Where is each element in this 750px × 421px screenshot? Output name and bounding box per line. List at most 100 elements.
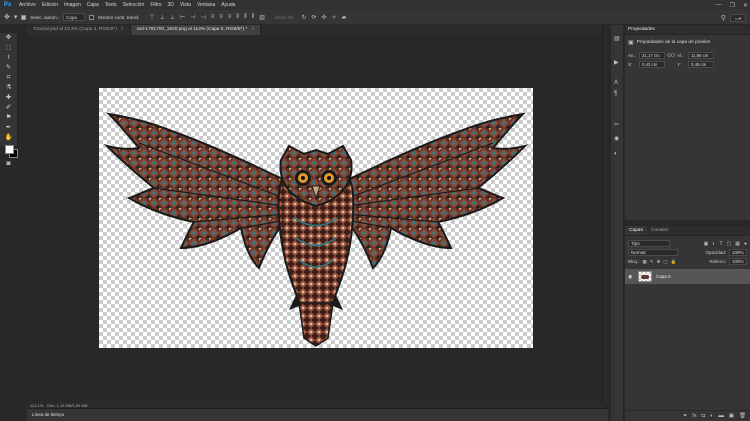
document-canvas[interactable] (99, 88, 533, 348)
align-right-icon[interactable]: ⊣ (201, 14, 206, 21)
menu-imagen[interactable]: Imagen (61, 0, 84, 10)
filter-smart-icon[interactable]: ▦ (735, 241, 740, 247)
move-tool-icon[interactable]: ✥ (4, 13, 10, 21)
lock-transparent-icon[interactable]: ▦ (643, 259, 647, 265)
lock-position-icon[interactable]: ✥ (657, 259, 661, 265)
menu-3d[interactable]: 3D (165, 0, 177, 10)
move-tool-icon[interactable]: ✥ (0, 33, 17, 43)
distribute-vcenter-icon[interactable]: ≡ (219, 14, 223, 21)
tab-tutorial[interactable]: Tutorial.psd al 18,3% (Capa 3, RGB/8*) × (27, 25, 131, 35)
distribute-top-icon[interactable]: ≡ (211, 14, 215, 21)
width-field[interactable]: 21,17 cm (639, 52, 665, 59)
layer-filter-select[interactable]: Tipo (628, 240, 670, 247)
align-top-icon[interactable]: ⊤ (149, 14, 154, 21)
quick-mask-icon[interactable]: ◙ (0, 159, 17, 169)
menu-filtro[interactable]: Filtro (147, 0, 164, 10)
fill-field[interactable]: 100% (729, 258, 747, 265)
filter-adjust-icon[interactable]: ◐ (712, 241, 715, 247)
auto-select-dropdown[interactable]: Capa (63, 13, 86, 21)
eye-icon[interactable]: ◉ (628, 274, 634, 280)
3d-rotate-icon[interactable]: ↻ (301, 14, 306, 21)
menu-texto[interactable]: Texto (102, 0, 120, 10)
tab-capas[interactable]: Capas (625, 226, 647, 235)
distribute-hcenter-icon[interactable]: ⦀ (244, 14, 247, 21)
layer-name[interactable]: Capa 0 (656, 274, 671, 279)
distribute-left-icon[interactable]: ⦀ (236, 14, 239, 21)
swatches-icon[interactable]: ◉ (614, 135, 619, 142)
lock-artboard-icon[interactable]: ▢ (663, 259, 667, 265)
lock-all-icon[interactable]: 🔒 (671, 259, 677, 265)
align-left-icon[interactable]: ⊢ (180, 14, 185, 21)
menu-ventana[interactable]: Ventana (194, 0, 218, 10)
opacity-field[interactable]: 100% (729, 249, 747, 256)
tab-canales[interactable]: Canales (647, 226, 673, 235)
menu-edicion[interactable]: Edición (39, 0, 61, 10)
align-vcenter-icon[interactable]: ⊥ (160, 14, 165, 21)
distribute-bottom-icon[interactable]: ≡ (228, 14, 232, 21)
height-field[interactable]: 11,96 cm (688, 52, 714, 59)
maximize-button[interactable]: ❐ (730, 2, 735, 9)
lock-pixels-icon[interactable]: ✎ (650, 259, 654, 265)
3d-scale-icon[interactable]: ▰ (342, 14, 347, 21)
zoom-level[interactable]: 113,1% (30, 403, 43, 408)
3d-slide-icon[interactable]: ✧ (332, 14, 337, 21)
pen-tool-icon[interactable]: ✒ (0, 123, 17, 133)
menu-vista[interactable]: Vista (177, 0, 194, 10)
close-icon[interactable]: × (121, 27, 124, 32)
filter-toggle-icon[interactable]: ● (744, 241, 747, 247)
eyedropper-tool-icon[interactable]: ⚗ (0, 83, 17, 93)
delete-layer-icon[interactable]: 🗑 (739, 413, 746, 419)
styles-icon[interactable]: ◐ (614, 151, 618, 157)
menu-seleccion[interactable]: Selección (120, 0, 148, 10)
clone-stamp-tool-icon[interactable]: ⚑ (0, 113, 17, 123)
foreground-color-swatch[interactable] (5, 145, 14, 154)
3d-pan-icon[interactable]: ✣ (322, 14, 327, 21)
x-field[interactable]: 0,42 cm (639, 61, 665, 68)
tab-owl[interactable]: owl-1791700_1920.png al 113% (Capa 0, RG… (130, 25, 262, 35)
hand-tool-icon[interactable]: ✋ (0, 133, 17, 143)
3d-roll-icon[interactable]: ⟳ (312, 14, 317, 21)
menu-archivo[interactable]: Archivo (16, 0, 39, 10)
character-icon[interactable]: A (614, 80, 618, 86)
canvas-area[interactable] (27, 35, 602, 405)
align-hcenter-icon[interactable]: ⊣ (190, 14, 195, 21)
actions-icon[interactable]: ▶ (614, 59, 619, 66)
minimize-button[interactable]: — (716, 2, 722, 8)
menu-ayuda[interactable]: Ayuda (218, 0, 238, 10)
blend-mode-select[interactable]: Normal (628, 249, 678, 256)
marquee-tool-icon[interactable]: ⬚ (0, 43, 17, 53)
brush-tool-icon[interactable]: ✐ (0, 103, 17, 113)
layer-row[interactable]: ◉ Capa 0 (625, 269, 750, 284)
y-field[interactable]: 0,48 cm (688, 61, 714, 68)
distribute-right-icon[interactable]: ⦀ (252, 14, 255, 21)
history-icon[interactable]: ▤ (614, 35, 620, 42)
lasso-tool-icon[interactable]: ℓ (0, 53, 17, 63)
menu-capa[interactable]: Capa (84, 0, 102, 10)
add-mask-icon[interactable]: ◘ (702, 413, 705, 419)
filter-type-icon[interactable]: T (719, 241, 722, 247)
auto-align-icon[interactable]: ▥ (259, 14, 265, 21)
healing-brush-tool-icon[interactable]: ✚ (0, 93, 17, 103)
link-icon[interactable]: GO (667, 53, 675, 59)
crop-tool-icon[interactable]: ⌗ (0, 73, 17, 83)
search-icon[interactable]: ⚲ (721, 14, 726, 22)
auto-select-checkbox[interactable] (21, 14, 27, 20)
adjustment-layer-icon[interactable]: ◐ (710, 413, 713, 419)
tools-preset-icon[interactable]: ✂ (614, 121, 619, 128)
workspace-switcher[interactable]: ▭▾ (730, 13, 746, 22)
close-window-button[interactable]: ✕ (743, 2, 748, 9)
timeline-title[interactable]: Línea de tiempo (32, 412, 64, 417)
dropdown-arrow-icon[interactable]: ▾ (14, 13, 18, 21)
close-icon[interactable]: × (251, 27, 254, 32)
link-layers-icon[interactable]: ⚭ (683, 413, 688, 419)
transform-controls-checkbox[interactable] (89, 14, 95, 20)
layer-style-icon[interactable]: fx (692, 413, 696, 419)
filter-pixel-icon[interactable]: ▣ (704, 241, 709, 247)
new-group-icon[interactable]: ▬ (718, 413, 724, 419)
properties-title[interactable]: Propiedades (628, 27, 655, 32)
paragraph-icon[interactable]: ¶ (614, 91, 617, 97)
align-bottom-icon[interactable]: ⊥ (170, 14, 175, 21)
vertical-scrollbar[interactable] (602, 25, 608, 405)
filter-shape-icon[interactable]: ▢ (727, 241, 732, 247)
quick-selection-tool-icon[interactable]: ✎ (0, 63, 17, 73)
